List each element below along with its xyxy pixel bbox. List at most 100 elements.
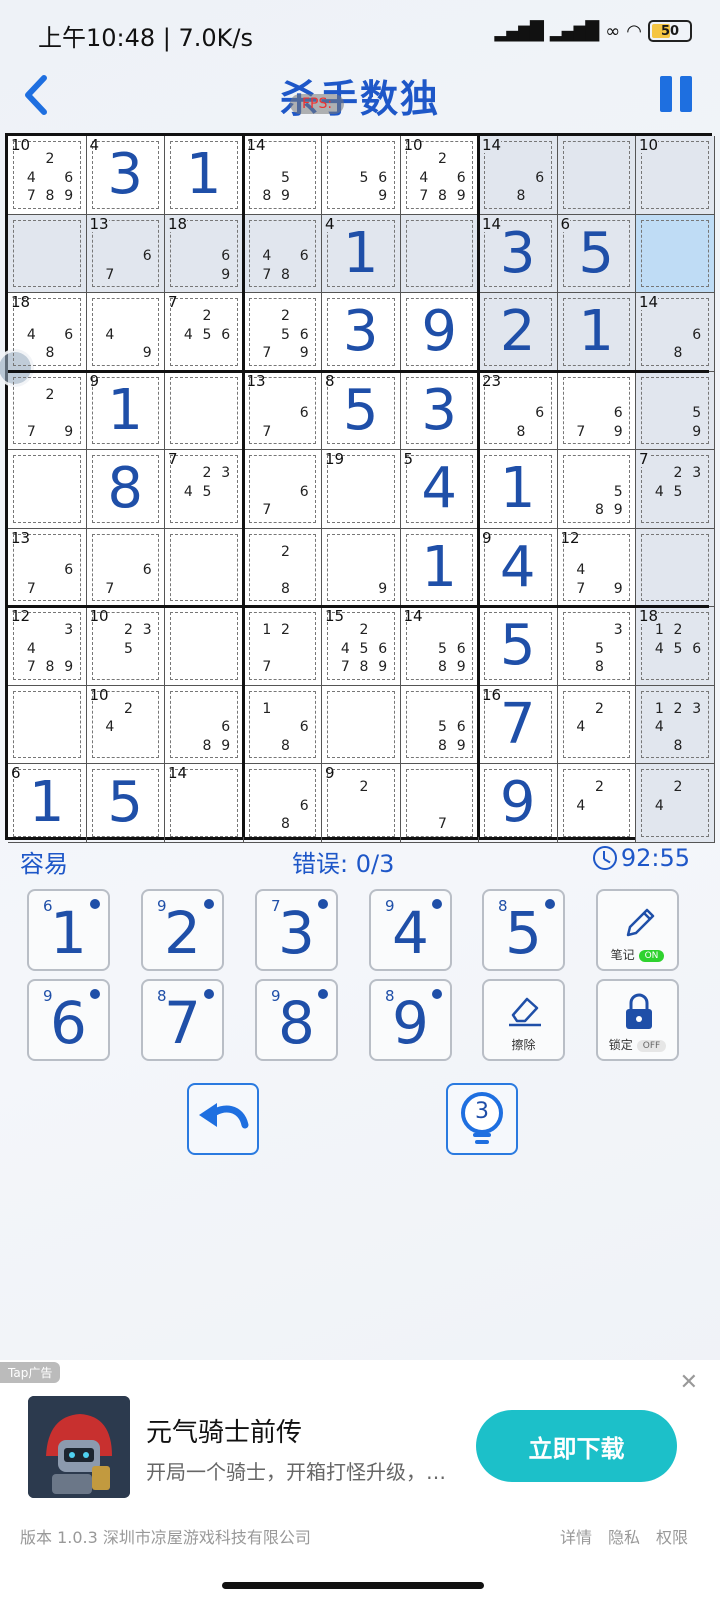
board-cell[interactable]: 92: [322, 764, 401, 843]
number-key-5[interactable]: 85: [482, 889, 565, 971]
notes-toggle[interactable]: ON: [638, 949, 665, 962]
board-cell[interactable]: 2 7 9: [8, 371, 87, 450]
board-cell[interactable]: 589: [557, 450, 636, 529]
board-cell[interactable]: 10 2 4: [86, 685, 165, 764]
board-cell[interactable]: 9: [322, 528, 401, 607]
details-link[interactable]: 详情: [560, 1524, 592, 1548]
board-cell[interactable]: 1: [400, 528, 479, 607]
board-cell[interactable]: 12 3 4 7 8 9: [8, 607, 87, 686]
board-cell[interactable]: 689: [165, 685, 244, 764]
board-cell[interactable]: 9: [400, 293, 479, 372]
board-cell[interactable]: 1: [165, 136, 244, 215]
board-cell[interactable]: 10 2 4 6 7 8 9: [400, 136, 479, 215]
board-cell[interactable]: 67: [243, 450, 322, 529]
home-indicator[interactable]: [222, 1582, 484, 1589]
board-cell[interactable]: 7 23 45: [636, 450, 715, 529]
erase-button[interactable]: 擦除: [482, 979, 565, 1061]
board-cell[interactable]: 12 4 7 9: [557, 528, 636, 607]
board-cell[interactable]: 67: [86, 528, 165, 607]
board-cell[interactable]: 10 2 4 6 7 8 9: [8, 136, 87, 215]
number-key-3[interactable]: 73: [255, 889, 338, 971]
board-cell[interactable]: 3: [400, 371, 479, 450]
board-cell[interactable]: 94: [479, 528, 558, 607]
board-cell[interactable]: 19: [322, 450, 401, 529]
board-cell[interactable]: 14 3: [479, 214, 558, 293]
board-cell[interactable]: [165, 607, 244, 686]
board-cell[interactable]: 18 1 2 4 5 6: [636, 607, 715, 686]
board-cell[interactable]: 18 4 6 8: [8, 293, 87, 372]
undo-button[interactable]: [187, 1083, 259, 1155]
number-key-7[interactable]: 87: [141, 979, 224, 1061]
board-cell[interactable]: 68: [243, 764, 322, 843]
hint-button[interactable]: 3: [446, 1083, 518, 1155]
board-cell[interactable]: 14 5 6 8 9: [400, 607, 479, 686]
board-cell[interactable]: 7: [400, 764, 479, 843]
number-key-8[interactable]: 98: [255, 979, 338, 1061]
board-cell[interactable]: [165, 528, 244, 607]
notes-button[interactable]: 笔记 ON: [596, 889, 679, 971]
board-cell[interactable]: 14 5 8 9: [243, 136, 322, 215]
board-cell[interactable]: [165, 371, 244, 450]
board-cell[interactable]: [400, 214, 479, 293]
board-cell[interactable]: 85: [322, 371, 401, 450]
game-icon[interactable]: [28, 1396, 130, 1498]
board-cell[interactable]: [8, 214, 87, 293]
ad-banner[interactable]: Tap广告 ✕ 元气骑士前传 开局一个骑士，开箱打怪升级，… 立即下载: [0, 1360, 720, 1600]
privacy-link[interactable]: 隐私: [608, 1524, 640, 1548]
board-cell[interactable]: 7 23 45: [165, 450, 244, 529]
board-cell[interactable]: [557, 136, 636, 215]
board-cell[interactable]: 4 6 78: [243, 214, 322, 293]
board-cell[interactable]: 41: [322, 214, 401, 293]
board-cell[interactable]: 5689: [400, 685, 479, 764]
board-cell[interactable]: 35 8: [557, 607, 636, 686]
board-cell[interactable]: 1: [479, 450, 558, 529]
permissions-link[interactable]: 权限: [656, 1524, 688, 1548]
board-cell[interactable]: 14: [165, 764, 244, 843]
board-cell[interactable]: 15 2 4 5 6 7 8 9: [322, 607, 401, 686]
board-cell[interactable]: 14 6 8: [636, 293, 715, 372]
board-cell[interactable]: 43: [86, 136, 165, 215]
board-cell[interactable]: [8, 450, 87, 529]
board-cell[interactable]: 5: [86, 764, 165, 843]
number-key-6[interactable]: 96: [27, 979, 110, 1061]
number-key-2[interactable]: 92: [141, 889, 224, 971]
board-cell[interactable]: 13 6 7: [86, 214, 165, 293]
board-cell[interactable]: 14 6 8: [479, 136, 558, 215]
board-cell[interactable]: 5: [479, 607, 558, 686]
lock-button[interactable]: 锁定 OFF: [596, 979, 679, 1061]
board-cell[interactable]: [636, 528, 715, 607]
board-cell[interactable]: 2 56 7 9: [243, 293, 322, 372]
board-cell[interactable]: 59: [636, 371, 715, 450]
board-cell[interactable]: 23 6 8: [479, 371, 558, 450]
board-cell[interactable]: 65: [557, 214, 636, 293]
board-cell[interactable]: 49: [86, 293, 165, 372]
number-key-9[interactable]: 89: [369, 979, 452, 1061]
board-cell[interactable]: 12 7: [243, 607, 322, 686]
board-cell[interactable]: 3: [322, 293, 401, 372]
pause-button[interactable]: [660, 76, 692, 112]
number-key-4[interactable]: 94: [369, 889, 452, 971]
board-cell[interactable]: 16 7: [479, 685, 558, 764]
board-cell[interactable]: [322, 685, 401, 764]
board-cell[interactable]: 6 7 9: [557, 371, 636, 450]
board-cell[interactable]: 8: [86, 450, 165, 529]
board-cell[interactable]: 10 2 3 5: [86, 607, 165, 686]
board-cell[interactable]: 13 6 7: [243, 371, 322, 450]
download-button[interactable]: 立即下载: [476, 1410, 677, 1482]
board-cell[interactable]: 10: [636, 136, 715, 215]
number-key-1[interactable]: 61: [27, 889, 110, 971]
board-cell[interactable]: 56 9: [322, 136, 401, 215]
board-cell[interactable]: 9: [479, 764, 558, 843]
board-cell[interactable]: 2: [479, 293, 558, 372]
board-cell[interactable]: [636, 214, 715, 293]
board-cell[interactable]: 91: [86, 371, 165, 450]
board-cell[interactable]: 54: [400, 450, 479, 529]
lock-toggle[interactable]: OFF: [636, 1039, 667, 1052]
board-cell[interactable]: [8, 685, 87, 764]
board-cell[interactable]: 1: [557, 293, 636, 372]
board-cell[interactable]: 24: [557, 685, 636, 764]
board-cell[interactable]: 24: [636, 764, 715, 843]
board-cell[interactable]: 28: [243, 528, 322, 607]
board-cell[interactable]: 72456: [165, 293, 244, 372]
board-cell[interactable]: 13 6 7: [8, 528, 87, 607]
